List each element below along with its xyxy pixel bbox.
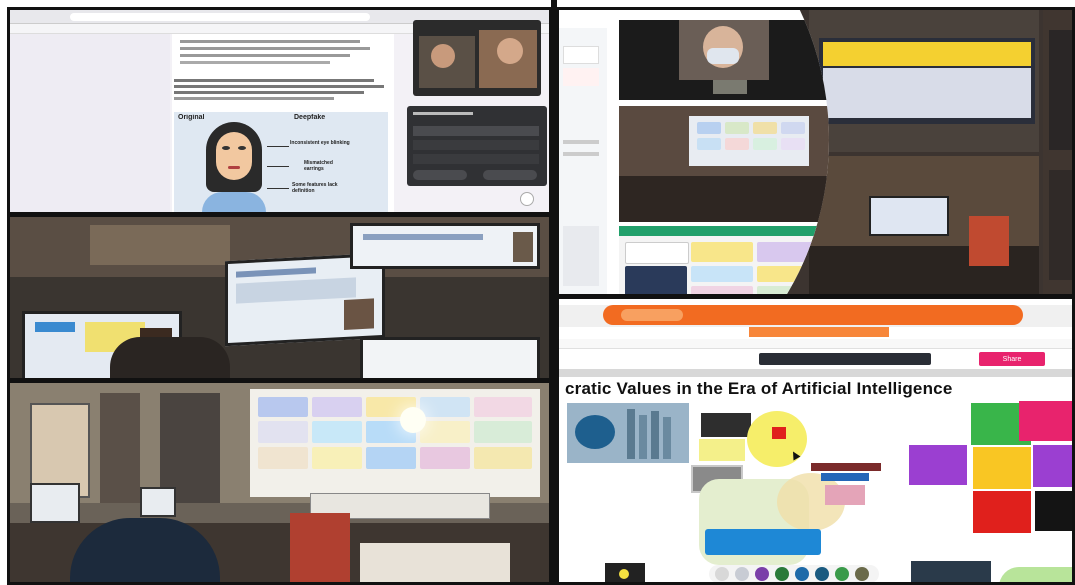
bottom-image-card <box>605 563 645 582</box>
zoom-control-icon[interactable] <box>520 192 534 206</box>
classroom-photo-top <box>809 10 1039 152</box>
note-yellow[interactable] <box>973 447 1031 489</box>
dark-panel <box>911 561 991 582</box>
note-black[interactable] <box>1035 491 1072 531</box>
board-title: cratic Values in the Era of Artificial I… <box>565 379 953 398</box>
panel-classroom-computers <box>7 214 552 381</box>
desk <box>360 543 510 582</box>
label-mismatched-earrings: Mismatched earrings <box>304 160 333 172</box>
address-bar[interactable] <box>70 13 370 21</box>
share-button[interactable]: Share <box>979 352 1045 366</box>
document-page: Original Deepfake Inconsistent eye blink… <box>172 34 394 212</box>
monitor-screen <box>360 337 540 378</box>
participants-dialog[interactable] <box>407 106 547 186</box>
label-features-definition: Some features lack definition <box>292 182 338 194</box>
green-corner-shape <box>999 567 1072 582</box>
yellow-circle <box>747 411 807 467</box>
tool-icon[interactable] <box>735 567 749 581</box>
note-purple[interactable] <box>909 445 967 485</box>
panel-classroom-projector <box>7 380 552 585</box>
red-square-marker <box>772 427 786 439</box>
classroom-photo-side <box>1043 10 1072 294</box>
monitor-screen <box>350 223 540 269</box>
label-pink <box>825 485 865 505</box>
video-padlet-board <box>619 226 829 294</box>
projection-screen <box>250 389 540 497</box>
reaction-toolbar[interactable] <box>709 565 879 582</box>
tool-icon[interactable] <box>795 567 809 581</box>
browser-bookmarks <box>559 339 1072 349</box>
video-call-tiles[interactable] <box>413 20 541 96</box>
toolbar-share-pill[interactable] <box>621 309 683 321</box>
classroom-photo-bottom <box>809 156 1039 294</box>
toolbar-dropdown[interactable] <box>749 327 889 337</box>
label-inconsistent-eye-blinking: Inconsistent eye blinking <box>290 140 350 146</box>
panel-padlet-board: Share cratic Values in the Era of Artifi… <box>556 296 1075 585</box>
gray-strip <box>559 369 1072 377</box>
tool-icon[interactable] <box>775 567 789 581</box>
hero-image <box>567 403 689 463</box>
label-blue <box>821 473 869 481</box>
video-participant-masked <box>619 20 829 100</box>
search-field[interactable] <box>759 353 931 365</box>
note-red[interactable] <box>973 491 1031 533</box>
diagram-label-original: Original <box>178 114 205 121</box>
tool-icon[interactable] <box>815 567 829 581</box>
tool-icon[interactable] <box>755 567 769 581</box>
video-classroom <box>619 106 829 222</box>
tool-icon[interactable] <box>855 567 869 581</box>
screenshot-circle-overlay <box>559 10 829 294</box>
label-dark-red <box>811 463 881 471</box>
tool-icon[interactable] <box>835 567 849 581</box>
tool-icon[interactable] <box>715 567 729 581</box>
panel-video-call-composite <box>556 7 1075 297</box>
blue-tooltip <box>705 529 821 555</box>
card-highlight <box>699 439 745 461</box>
page-left-margin <box>10 34 170 212</box>
card-image <box>701 413 751 437</box>
panel-browser-deepfake: Original Deepfake Inconsistent eye blink… <box>7 7 552 215</box>
note-pink[interactable] <box>1019 401 1072 441</box>
note-purple-small[interactable] <box>1033 445 1072 487</box>
diagram-label-deepfake: Deepfake <box>294 114 326 121</box>
face-illustration <box>202 122 266 212</box>
